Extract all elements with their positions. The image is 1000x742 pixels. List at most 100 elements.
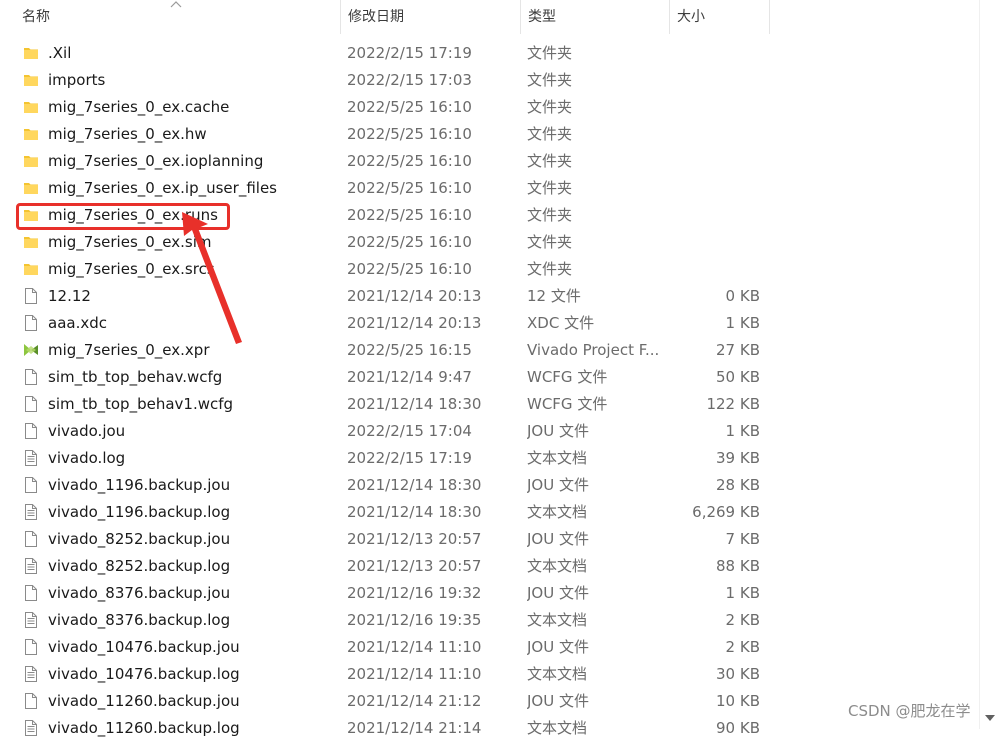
file-name: vivado_1196.backup.log (48, 503, 231, 521)
file-date: 2022/2/15 17:19 (347, 449, 472, 467)
file-date: 2022/2/15 17:19 (347, 44, 472, 62)
file-icon (22, 395, 40, 413)
file-date: 2022/5/25 16:10 (347, 98, 472, 116)
file-row[interactable]: imports 2022/2/15 17:03 文件夹 (0, 67, 980, 94)
file-icon (22, 314, 40, 332)
file-row[interactable]: mig_7series_0_ex.ioplanning 2022/5/25 16:… (0, 148, 980, 175)
file-name: vivado_1196.backup.jou (48, 476, 231, 494)
file-row[interactable]: sim_tb_top_behav1.wcfg 2021/12/14 18:30 WC… (0, 391, 980, 418)
text-file-icon (22, 503, 40, 521)
file-row[interactable]: vivado_8376.backup.log 2021/12/16 19:35 文本… (0, 607, 980, 634)
file-icon (22, 638, 40, 656)
file-type: 文件夹 (527, 98, 573, 116)
file-date: 2022/5/25 16:10 (347, 152, 472, 170)
column-date[interactable]: 修改日期 (340, 0, 520, 34)
file-date: 2022/2/15 17:03 (347, 71, 472, 89)
file-row[interactable]: vivado_1196.backup.jou 2021/12/14 18:30 JO… (0, 472, 980, 499)
file-icon (22, 368, 40, 386)
file-row[interactable]: aaa.xdc 2021/12/14 20:13 XDC 文件 1 KB (0, 310, 980, 337)
file-name: vivado_8376.backup.jou (48, 584, 231, 602)
file-name: vivado_10476.backup.jou (48, 638, 240, 656)
file-size: 88 KB (716, 557, 760, 575)
file-name: vivado_10476.backup.log (48, 665, 240, 683)
file-type: 文本文档 (527, 611, 588, 629)
file-size (670, 67, 760, 94)
file-row[interactable]: vivado_1196.backup.log 2021/12/14 18:30 文本… (0, 499, 980, 526)
file-date: 2021/12/14 20:13 (347, 287, 482, 305)
file-name: vivado.log (48, 449, 126, 467)
file-row[interactable]: .Xil 2022/2/15 17:19 文件夹 (0, 40, 980, 67)
column-header: 名称 修改日期 类型 大小 (0, 0, 980, 34)
file-row[interactable]: vivado_8376.backup.jou 2021/12/16 19:32 JO… (0, 580, 980, 607)
file-row[interactable]: vivado.jou 2022/2/15 17:04 JOU 文件 1 KB (0, 418, 980, 445)
file-row[interactable]: mig_7series_0_ex.sim 2022/5/25 16:10 文件夹 (0, 229, 980, 256)
file-size: 28 KB (716, 476, 760, 494)
file-row[interactable]: mig_7series_0_ex.xpr 2022/5/25 16:15 Vivad… (0, 337, 980, 364)
file-type: 文件夹 (527, 152, 573, 170)
file-size: 1 KB (725, 314, 760, 332)
file-date: 2022/5/25 16:10 (347, 206, 472, 224)
vivado-icon (22, 341, 40, 359)
column-type[interactable]: 类型 (520, 0, 670, 34)
file-size: 6,269 KB (692, 503, 760, 521)
file-name: vivado.jou (48, 422, 126, 440)
column-size[interactable]: 大小 (669, 0, 769, 34)
file-type: 文件夹 (527, 260, 573, 278)
file-size (670, 40, 760, 67)
file-type: 文件夹 (527, 125, 573, 143)
file-type: 文本文档 (527, 557, 588, 575)
file-icon (22, 287, 40, 305)
file-type: JOU 文件 (527, 422, 589, 440)
file-row[interactable]: mig_7series_0_ex.ip_user_files 2022/5/25 … (0, 175, 980, 202)
file-row[interactable]: vivado_8252.backup.jou 2021/12/13 20:57 JO… (0, 526, 980, 553)
folder-icon (22, 260, 40, 278)
file-date: 2021/12/13 20:57 (347, 557, 482, 575)
watermark: CSDN @肥龙在学 (848, 702, 971, 720)
folder-icon (22, 125, 40, 143)
file-size: 50 KB (716, 368, 760, 386)
file-size: 30 KB (716, 665, 760, 683)
file-row[interactable]: 12.12 2021/12/14 20:13 12 文件 0 KB (0, 283, 980, 310)
file-type: JOU 文件 (527, 530, 589, 548)
text-file-icon (22, 611, 40, 629)
annotation-arrow-icon (182, 212, 242, 344)
file-type: JOU 文件 (527, 638, 589, 656)
file-row[interactable]: vivado.log 2022/2/15 17:19 文本文档 39 KB (0, 445, 980, 472)
file-date: 2021/12/14 9:47 (347, 368, 472, 386)
file-date: 2021/12/14 11:10 (347, 665, 482, 683)
file-type: WCFG 文件 (527, 368, 608, 386)
file-size: 39 KB (716, 449, 760, 467)
file-name: vivado_8252.backup.jou (48, 530, 231, 548)
file-row[interactable]: vivado_10476.backup.jou 2021/12/14 11:10 J… (0, 634, 980, 661)
file-row[interactable]: vivado_8252.backup.log 2021/12/13 20:57 文本… (0, 553, 980, 580)
file-icon (22, 692, 40, 710)
file-size: 7 KB (725, 530, 760, 548)
column-divider[interactable] (769, 0, 770, 34)
file-row[interactable]: mig_7series_0_ex.hw 2022/5/25 16:10 文件夹 (0, 121, 980, 148)
column-name[interactable]: 名称 (14, 0, 340, 34)
file-date: 2022/2/15 17:04 (347, 422, 472, 440)
file-size (670, 121, 760, 148)
file-row[interactable]: vivado_11260.backup.jou 2021/12/14 21:12 J… (0, 688, 980, 715)
file-type: 文本文档 (527, 665, 588, 683)
file-type: 文件夹 (527, 179, 573, 197)
file-name: vivado_8376.backup.log (48, 611, 231, 629)
scroll-down-arrow-icon[interactable] (984, 713, 996, 723)
file-name: sim_tb_top_behav.wcfg (48, 368, 223, 386)
file-size: 2 KB (725, 611, 760, 629)
file-row[interactable]: mig_7series_0_ex.cache 2022/5/25 16:10 文件夹 (0, 94, 980, 121)
folder-icon (22, 152, 40, 170)
file-row[interactable]: vivado_10476.backup.log 2021/12/14 11:10 文… (0, 661, 980, 688)
file-row[interactable]: mig_7series_0_ex.srcs 2022/5/25 16:10 文件夹 (0, 256, 980, 283)
file-row[interactable]: sim_tb_top_behav.wcfg 2021/12/14 9:47 WCFG… (0, 364, 980, 391)
file-size: 1 KB (725, 584, 760, 602)
file-name: mig_7series_0_ex.ioplanning (48, 152, 264, 170)
file-icon (22, 476, 40, 494)
file-date: 2021/12/14 20:13 (347, 314, 482, 332)
file-type: 文件夹 (527, 71, 573, 89)
file-size (670, 229, 760, 256)
file-date: 2022/5/25 16:10 (347, 179, 472, 197)
file-name: vivado_11260.backup.jou (48, 692, 240, 710)
vertical-scrollbar[interactable] (979, 0, 1000, 729)
file-type: Vivado Project F... (527, 341, 660, 359)
